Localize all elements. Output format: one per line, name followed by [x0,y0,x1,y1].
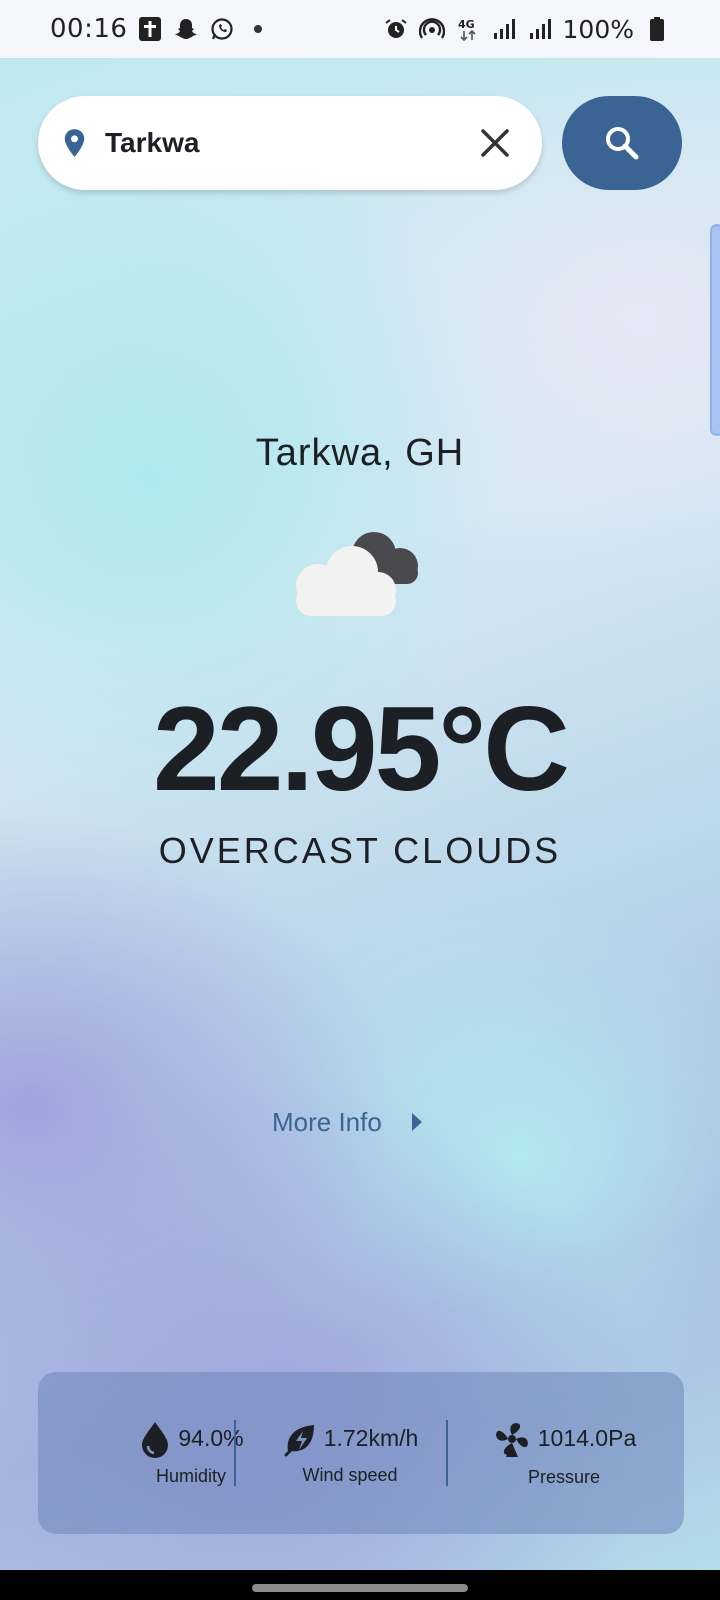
svg-text:4G: 4G [458,18,475,31]
wind-value: 1.72km/h [323,1425,419,1451]
status-bar: 00:16 4G 100% [0,0,720,58]
pressure-fan-icon [495,1422,528,1457]
location-pin-icon [64,129,85,157]
weather-condition: OVERCAST CLOUDS [158,830,562,871]
humidity-drop-icon [142,1421,169,1458]
wind-label: Wind speed [302,1464,398,1485]
humidity-label: Humidity [155,1465,226,1486]
scroll-handle[interactable] [710,224,720,436]
divider [446,1420,448,1486]
search-input[interactable] [105,127,480,159]
overcast-clouds-icon [296,532,418,616]
chevron-right-icon [411,1113,422,1131]
stats-card: 94.0% Humidity 1.72km/h Wind speed 1014.… [38,1372,684,1534]
wind-energy-icon [284,1424,314,1456]
battery-icon [644,16,670,42]
search-button[interactable] [562,96,682,190]
wind-stat: 1.72km/h Wind speed [250,1372,450,1534]
status-time: 00:16 [50,14,128,44]
divider [234,1420,236,1486]
alarm-icon [383,16,409,42]
signal-icon [491,16,517,42]
more-info-label: More Info [272,1106,382,1137]
city-name: Tarkwa, GH [255,432,465,474]
pressure-stat: 1014.0Pa Pressure [464,1372,664,1534]
close-icon [481,129,509,157]
signal-icon [527,16,553,42]
4g-icon: 4G [455,16,481,42]
pressure-label: Pressure [527,1466,601,1487]
battery-percent: 100% [562,14,634,44]
whatsapp-icon [209,16,235,42]
home-gesture-handle[interactable] [252,1584,468,1592]
pressure-value: 1014.0Pa [537,1425,637,1451]
search-box[interactable] [38,96,542,190]
temperature: 22.95°C [153,682,570,816]
search-icon [606,127,639,160]
more-info-link[interactable]: More Info [272,1100,424,1144]
hotspot-icon [418,16,445,42]
bible-icon [137,16,163,42]
snapchat-icon [173,16,199,42]
clear-button[interactable] [480,123,510,163]
dot-icon [245,16,271,42]
